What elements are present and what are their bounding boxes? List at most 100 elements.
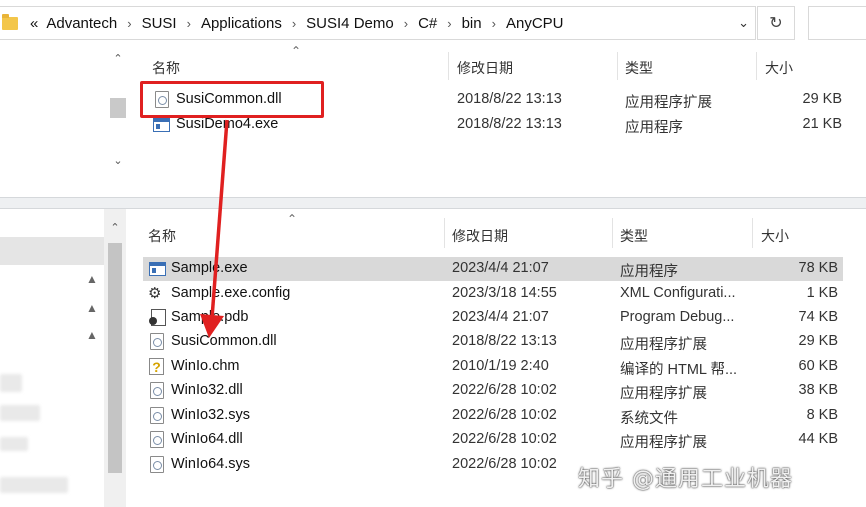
file-name: Sample.exe — [171, 260, 248, 276]
file-type: 应用程序扩展 — [620, 435, 707, 451]
file-modified: 2018/8/22 13:13 — [452, 333, 557, 349]
file-size: 74 KB — [798, 309, 839, 325]
breadcrumb-anycpu[interactable]: AnyCPU — [502, 15, 568, 32]
file-size: 44 KB — [798, 431, 839, 447]
column-divider[interactable] — [752, 218, 753, 248]
file-row-winio32-sys[interactable]: WinIo32.sys 2022/6/28 10:02 系统文件 8 KB — [143, 404, 843, 428]
file-modified: 2018/8/22 13:13 — [457, 91, 562, 107]
file-row-winio32-dll[interactable]: WinIo32.dll 2022/6/28 10:02 应用程序扩展 38 KB — [143, 379, 843, 403]
refresh-button[interactable]: ↻ — [757, 6, 795, 40]
exe-file-icon — [149, 262, 166, 276]
nav-item-selected[interactable] — [0, 237, 104, 265]
file-modified: 2022/6/28 10:02 — [452, 456, 557, 472]
file-type: 应用程序扩展 — [620, 337, 707, 353]
file-name: Sample.pdb — [171, 309, 249, 325]
file-type: 应用程序扩展 — [625, 95, 712, 111]
column-divider[interactable] — [612, 218, 613, 248]
scroll-up-icon[interactable]: ⌃ — [104, 221, 126, 234]
file-modified: 2023/4/4 21:07 — [452, 309, 549, 325]
pin-icon[interactable]: ▲ — [86, 272, 98, 286]
file-size: 38 KB — [798, 382, 839, 398]
nav-item-blurred — [0, 374, 22, 392]
breadcrumb-separator[interactable]: › — [441, 16, 457, 31]
column-header-size[interactable]: 大小 — [761, 226, 789, 246]
file-type: 应用程序扩展 — [620, 386, 707, 402]
column-header-modified[interactable]: 修改日期 — [457, 58, 513, 78]
chevron-down-icon[interactable]: ⌄ — [738, 15, 749, 31]
file-row-sample-exe[interactable]: Sample.exe 2023/4/4 21:07 应用程序 78 KB — [143, 257, 843, 281]
file-name: WinIo32.sys — [171, 407, 250, 423]
file-modified: 2022/6/28 10:02 — [452, 407, 557, 423]
file-name: WinIo32.dll — [171, 382, 243, 398]
column-divider[interactable] — [756, 52, 757, 80]
config-file-icon: ⚙ — [148, 285, 162, 302]
scroll-up-icon[interactable]: ⌃ — [107, 52, 129, 65]
folder-icon — [2, 13, 18, 30]
file-modified: 2023/4/4 21:07 — [452, 260, 549, 276]
refresh-icon: ↻ — [769, 15, 783, 32]
file-row-winio64-dll[interactable]: WinIo64.dll 2022/6/28 10:02 应用程序扩展 44 KB — [143, 428, 843, 452]
column-header-type[interactable]: 类型 — [625, 58, 653, 78]
dll-file-icon — [150, 431, 164, 448]
scrollbar-thumb[interactable] — [110, 98, 126, 118]
breadcrumb-overflow[interactable]: « — [26, 15, 42, 32]
address-bar[interactable]: « Advantech › SUSI › Applications › SUSI… — [0, 6, 756, 40]
file-modified: 2010/1/19 2:40 — [452, 358, 549, 374]
breadcrumb-susi4-demo[interactable]: SUSI4 Demo — [302, 15, 398, 32]
breadcrumb-susi[interactable]: SUSI — [138, 15, 181, 32]
file-row-sample-exe-config[interactable]: ⚙ Sample.exe.config 2023/3/18 14:55 XML … — [143, 282, 843, 306]
column-header-size[interactable]: 大小 — [765, 58, 793, 78]
file-modified: 2022/6/28 10:02 — [452, 431, 557, 447]
column-divider[interactable] — [617, 52, 618, 80]
nav-item-blurred — [0, 405, 40, 421]
top-explorer-window: « Advantech › SUSI › Applications › SUSI… — [0, 0, 866, 197]
file-modified: 2023/3/18 14:55 — [452, 285, 557, 301]
column-divider[interactable] — [444, 218, 445, 248]
breadcrumb-applications[interactable]: Applications — [197, 15, 286, 32]
sys-file-icon — [150, 407, 164, 424]
column-header-name[interactable]: 名称 — [148, 226, 176, 246]
file-type: 系统文件 — [620, 411, 678, 427]
pdb-file-icon — [149, 309, 166, 326]
pin-icon[interactable]: ▲ — [86, 301, 98, 315]
breadcrumb-separator[interactable]: › — [121, 16, 137, 31]
file-type: 编译的 HTML 帮... — [620, 362, 738, 378]
scrollbar-thumb[interactable] — [108, 243, 122, 473]
file-size: 29 KB — [798, 333, 839, 349]
search-input[interactable] — [808, 6, 866, 40]
file-type: 应用程序 — [620, 264, 678, 280]
top-scrollbar[interactable]: ⌃ ⌄ — [107, 50, 129, 180]
file-modified: 2018/8/22 13:13 — [457, 116, 562, 132]
sort-ascending-icon: ⌃ — [291, 44, 302, 58]
scroll-down-icon[interactable]: ⌄ — [107, 154, 129, 167]
column-header-modified[interactable]: 修改日期 — [452, 226, 508, 246]
pin-icon[interactable]: ▲ — [86, 328, 98, 342]
navigation-pane[interactable]: ▲ ▲ ▲ — [0, 209, 104, 507]
file-size: 29 KB — [802, 91, 843, 107]
nav-scrollbar[interactable]: ⌃ — [104, 209, 126, 507]
breadcrumb-bin[interactable]: bin — [458, 15, 486, 32]
file-row-susicommon-dll[interactable]: SusiCommon.dll 2018/8/22 13:13 应用程序扩展 29… — [143, 330, 843, 354]
file-name: WinIo64.sys — [171, 456, 250, 472]
column-header-type[interactable]: 类型 — [620, 226, 648, 246]
file-size: 8 KB — [806, 407, 838, 423]
nav-item-blurred — [0, 437, 28, 451]
file-type: 应用程序 — [625, 120, 683, 136]
file-modified: 2022/6/28 10:02 — [452, 382, 557, 398]
file-name: WinIo.chm — [171, 358, 240, 374]
breadcrumb-separator[interactable]: › — [181, 16, 197, 31]
breadcrumb-separator[interactable]: › — [398, 16, 414, 31]
sort-ascending-icon: ⌃ — [287, 212, 298, 226]
breadcrumb-advantech[interactable]: Advantech — [42, 15, 121, 32]
file-name: SusiDemo4.exe — [176, 116, 279, 132]
exe-file-icon — [153, 118, 170, 132]
file-name: WinIo64.dll — [171, 431, 243, 447]
column-divider[interactable] — [448, 52, 449, 80]
dll-file-icon — [150, 382, 164, 399]
file-row-sample-pdb[interactable]: Sample.pdb 2023/4/4 21:07 Program Debug.… — [143, 306, 843, 330]
file-row-winio-chm[interactable]: ? WinIo.chm 2010/1/19 2:40 编译的 HTML 帮...… — [143, 355, 843, 379]
breadcrumb-separator[interactable]: › — [286, 16, 302, 31]
breadcrumb-separator[interactable]: › — [486, 16, 502, 31]
column-header-name[interactable]: 名称 — [152, 58, 180, 78]
breadcrumb-csharp[interactable]: C# — [414, 15, 441, 32]
